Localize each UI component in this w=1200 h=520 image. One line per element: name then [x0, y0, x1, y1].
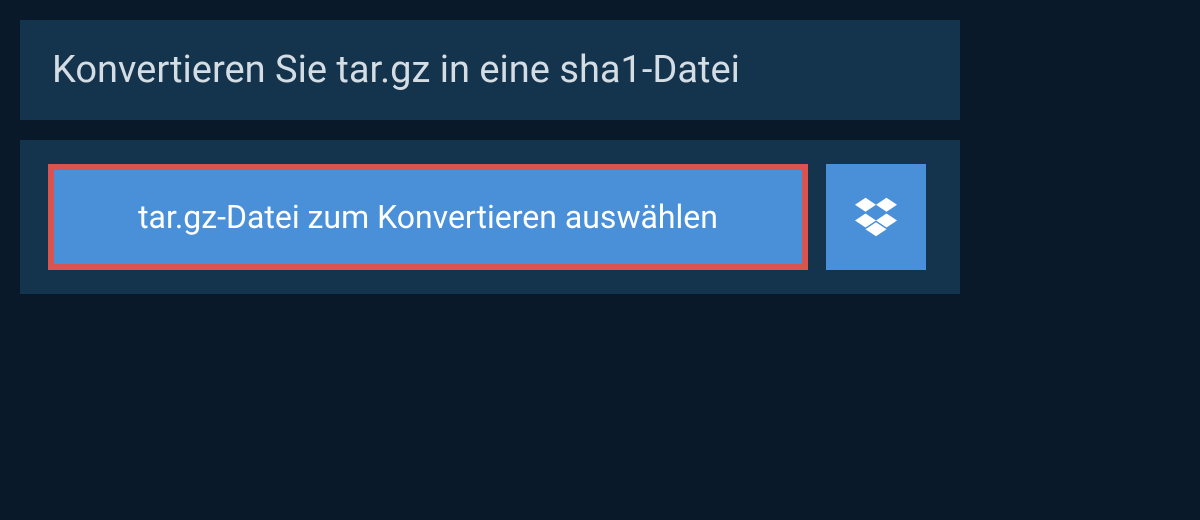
- header-panel: Konvertieren Sie tar.gz in eine sha1-Dat…: [20, 20, 960, 120]
- select-file-button[interactable]: tar.gz-Datei zum Konvertieren auswählen: [48, 164, 808, 270]
- page-title: Konvertieren Sie tar.gz in eine sha1-Dat…: [52, 48, 928, 92]
- dropbox-icon: [855, 196, 897, 238]
- upload-panel: tar.gz-Datei zum Konvertieren auswählen: [20, 140, 960, 294]
- dropbox-button[interactable]: [826, 164, 926, 270]
- select-file-label: tar.gz-Datei zum Konvertieren auswählen: [138, 198, 718, 236]
